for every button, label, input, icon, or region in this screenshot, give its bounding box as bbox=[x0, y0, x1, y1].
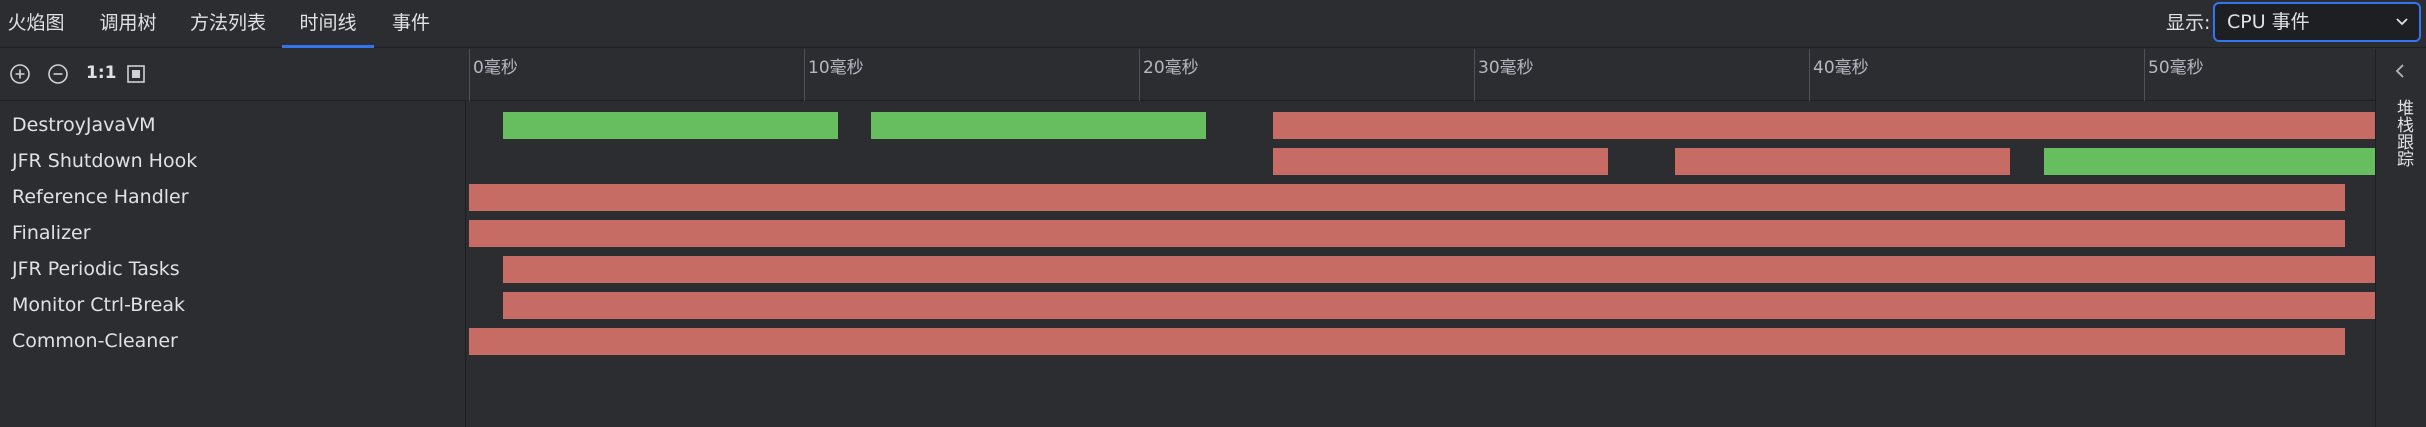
ruler-tick bbox=[1809, 49, 1810, 101]
ruler-tick bbox=[804, 49, 805, 101]
chevron-left-icon[interactable] bbox=[2393, 61, 2407, 86]
ruler-tick-label: 20毫秒 bbox=[1143, 58, 1199, 78]
zoom-out-icon[interactable] bbox=[46, 62, 70, 86]
timeline-segment[interactable] bbox=[1273, 112, 2375, 139]
tab-events[interactable]: 事件 bbox=[384, 0, 438, 48]
timeline-segment[interactable] bbox=[1675, 148, 2010, 175]
tab-flame-graph[interactable]: 火焰图 bbox=[0, 0, 72, 48]
ruler-tick bbox=[1139, 49, 1140, 101]
ruler-tick bbox=[469, 49, 470, 101]
ruler-tick-label: 0毫秒 bbox=[473, 58, 518, 78]
thread-name[interactable]: JFR Periodic Tasks bbox=[12, 254, 180, 284]
stack-trace-panel[interactable]: 堆栈跟踪 bbox=[2375, 49, 2426, 427]
ruler-tick bbox=[2144, 49, 2145, 101]
ruler-tick-label: 40毫秒 bbox=[1813, 58, 1869, 78]
display-label: 显示: bbox=[2166, 12, 2211, 34]
timeline-toolbar: 1:1 bbox=[0, 49, 466, 101]
timeline-segment[interactable] bbox=[469, 220, 2345, 247]
zoom-in-icon[interactable] bbox=[8, 62, 32, 86]
thread-name[interactable]: Monitor Ctrl-Break bbox=[12, 290, 185, 320]
timeline-segment[interactable] bbox=[2043, 148, 2375, 175]
thread-name[interactable]: Reference Handler bbox=[12, 182, 189, 212]
timeline-segment[interactable] bbox=[871, 112, 1206, 139]
thread-name[interactable]: JFR Shutdown Hook bbox=[12, 146, 197, 176]
fit-frame-icon[interactable] bbox=[124, 62, 148, 86]
timeline-area[interactable] bbox=[467, 101, 2375, 427]
stack-trace-label: 堆栈跟踪 bbox=[2393, 99, 2413, 167]
timeline-segment[interactable] bbox=[469, 328, 2345, 355]
time-ruler: 0毫秒 10毫秒 20毫秒 30毫秒 40毫秒 50毫秒 bbox=[467, 49, 2375, 101]
chevron-down-icon bbox=[2395, 4, 2409, 53]
thread-name[interactable]: Common-Cleaner bbox=[12, 326, 178, 356]
display-select-value: CPU 事件 bbox=[2227, 11, 2310, 33]
tab-call-tree[interactable]: 调用树 bbox=[90, 0, 166, 48]
top-tab-bar: 火焰图 调用树 方法列表 时间线 事件 显示: CPU 事件 bbox=[0, 0, 2426, 48]
ruler-tick bbox=[1474, 49, 1475, 101]
timeline-segment[interactable] bbox=[502, 256, 2375, 283]
timeline-segment[interactable] bbox=[502, 112, 838, 139]
ruler-tick-label: 10毫秒 bbox=[808, 58, 864, 78]
tab-method-list[interactable]: 方法列表 bbox=[182, 0, 274, 48]
thread-list: DestroyJavaVM JFR Shutdown Hook Referenc… bbox=[0, 101, 466, 427]
display-select[interactable]: CPU 事件 bbox=[2213, 2, 2421, 42]
tab-timeline[interactable]: 时间线 bbox=[282, 0, 374, 48]
thread-name[interactable]: DestroyJavaVM bbox=[12, 110, 155, 140]
ruler-tick-label: 50毫秒 bbox=[2148, 58, 2204, 78]
timeline-segment[interactable] bbox=[469, 184, 2345, 211]
timeline-segment[interactable] bbox=[1273, 148, 1608, 175]
timeline-segment[interactable] bbox=[502, 292, 2375, 319]
thread-name[interactable]: Finalizer bbox=[12, 218, 91, 248]
ruler-tick-label: 30毫秒 bbox=[1478, 58, 1534, 78]
actual-size-button[interactable]: 1:1 bbox=[86, 63, 116, 83]
